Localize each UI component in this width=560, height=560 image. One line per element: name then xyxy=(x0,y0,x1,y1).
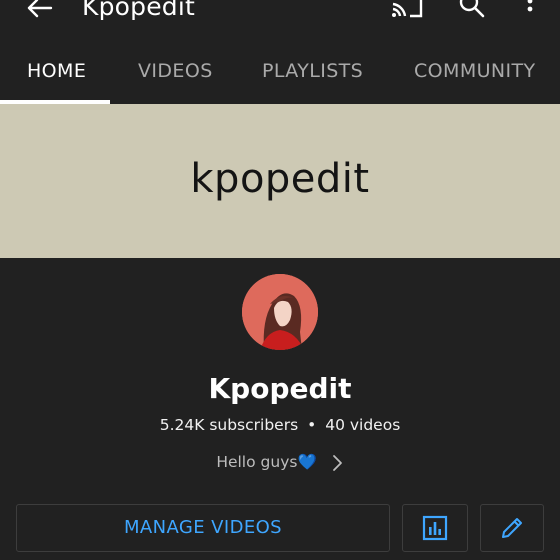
tab-playlists[interactable]: PLAYLISTS xyxy=(262,60,363,82)
back-arrow-icon[interactable] xyxy=(24,0,54,24)
top-app-bar: Kpopedit xyxy=(0,0,560,38)
search-icon[interactable] xyxy=(458,0,486,20)
channel-name: Kpopedit xyxy=(208,372,352,405)
video-count: 40 videos xyxy=(325,416,401,434)
channel-tabs: HOME VIDEOS PLAYLISTS COMMUNITY xyxy=(0,50,560,106)
edit-channel-button[interactable] xyxy=(480,504,544,552)
channel-stats: 5.24K subscribers • 40 videos xyxy=(0,416,560,434)
avatar[interactable] xyxy=(242,274,318,350)
channel-title: Kpopedit xyxy=(82,0,196,21)
channel-description[interactable]: Hello guys💙 xyxy=(0,453,560,472)
more-vert-icon[interactable] xyxy=(518,0,542,22)
cast-icon[interactable] xyxy=(390,0,424,22)
analytics-icon xyxy=(422,515,448,541)
description-text: Hello guys💙 xyxy=(216,453,317,471)
stats-separator: • xyxy=(307,416,317,434)
tab-videos[interactable]: VIDEOS xyxy=(138,60,213,82)
manage-videos-button[interactable]: MANAGE VIDEOS xyxy=(16,504,390,552)
chevron-right-icon xyxy=(332,454,342,471)
channel-banner: kpopedit xyxy=(0,104,560,258)
analytics-button[interactable] xyxy=(402,504,468,552)
avatar-image xyxy=(242,274,318,350)
banner-text: kpopedit xyxy=(190,156,370,202)
tab-home[interactable]: HOME xyxy=(27,60,86,82)
subscriber-count: 5.24K subscribers xyxy=(159,416,299,434)
edit-pencil-icon xyxy=(502,518,522,538)
tab-community[interactable]: COMMUNITY xyxy=(414,60,536,82)
